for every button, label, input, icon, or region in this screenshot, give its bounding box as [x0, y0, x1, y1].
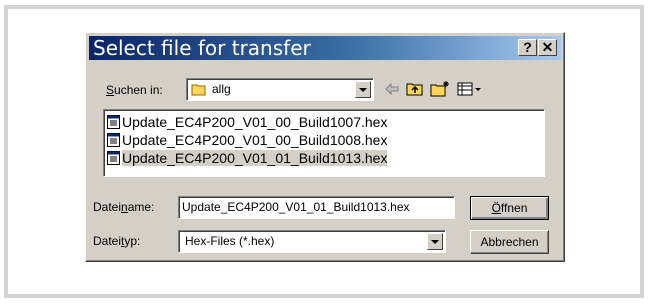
file-list[interactable]: Update_EC4P200_V01_00_Build1007.hex Upda…: [103, 109, 545, 177]
look-in-dropdown-button[interactable]: [355, 81, 371, 98]
hex-file-icon: [107, 133, 120, 147]
cancel-button[interactable]: Abbrechen: [470, 230, 549, 254]
open-button[interactable]: Öffnen: [470, 196, 549, 220]
filetype-combo[interactable]: Hex-Files (*.hex): [178, 230, 446, 253]
help-button[interactable]: ?: [518, 39, 537, 56]
file-item[interactable]: Update_EC4P200_V01_00_Build1008.hex: [107, 131, 387, 149]
hex-file-icon: [107, 115, 120, 129]
filename-value: Update_EC4P200_V01_01_Build1013.hex: [182, 200, 410, 214]
file-name: Update_EC4P200_V01_00_Build1008.hex: [122, 132, 388, 148]
back-arrow-icon[interactable]: [383, 80, 401, 98]
look-in-accel: S: [106, 83, 115, 97]
file-name: Update_EC4P200_V01_01_Build1013.hex: [122, 150, 388, 166]
filename-label: Dateiname:: [93, 200, 155, 214]
folder-icon: [191, 84, 206, 96]
dialog-title: Select file for transfer: [93, 36, 311, 60]
close-button[interactable]: ✕: [538, 39, 557, 56]
hex-file-icon: [107, 151, 120, 165]
file-item-selected[interactable]: Update_EC4P200_V01_01_Build1013.hex: [107, 149, 388, 167]
look-in-label: Suchen in:: [106, 83, 163, 97]
title-bar[interactable]: Select file for transfer ? ✕: [89, 36, 561, 60]
look-in-combo[interactable]: allg: [186, 78, 374, 101]
file-item[interactable]: Update_EC4P200_V01_00_Build1007.hex: [107, 113, 387, 131]
view-menu-icon[interactable]: [457, 80, 483, 98]
new-folder-icon[interactable]: [430, 80, 450, 98]
up-folder-icon[interactable]: [406, 80, 424, 98]
filetype-dropdown-button[interactable]: [427, 233, 443, 250]
file-name: Update_EC4P200_V01_00_Build1007.hex: [122, 114, 388, 130]
filetype-value: Hex-Files (*.hex): [185, 234, 275, 248]
filetype-label: Dateityp:: [93, 234, 141, 248]
select-file-dialog: Select file for transfer ? ✕ Suchen in: …: [85, 32, 565, 262]
look-in-value: allg: [212, 82, 231, 96]
filename-field[interactable]: Update_EC4P200_V01_01_Build1013.hex: [178, 196, 455, 219]
